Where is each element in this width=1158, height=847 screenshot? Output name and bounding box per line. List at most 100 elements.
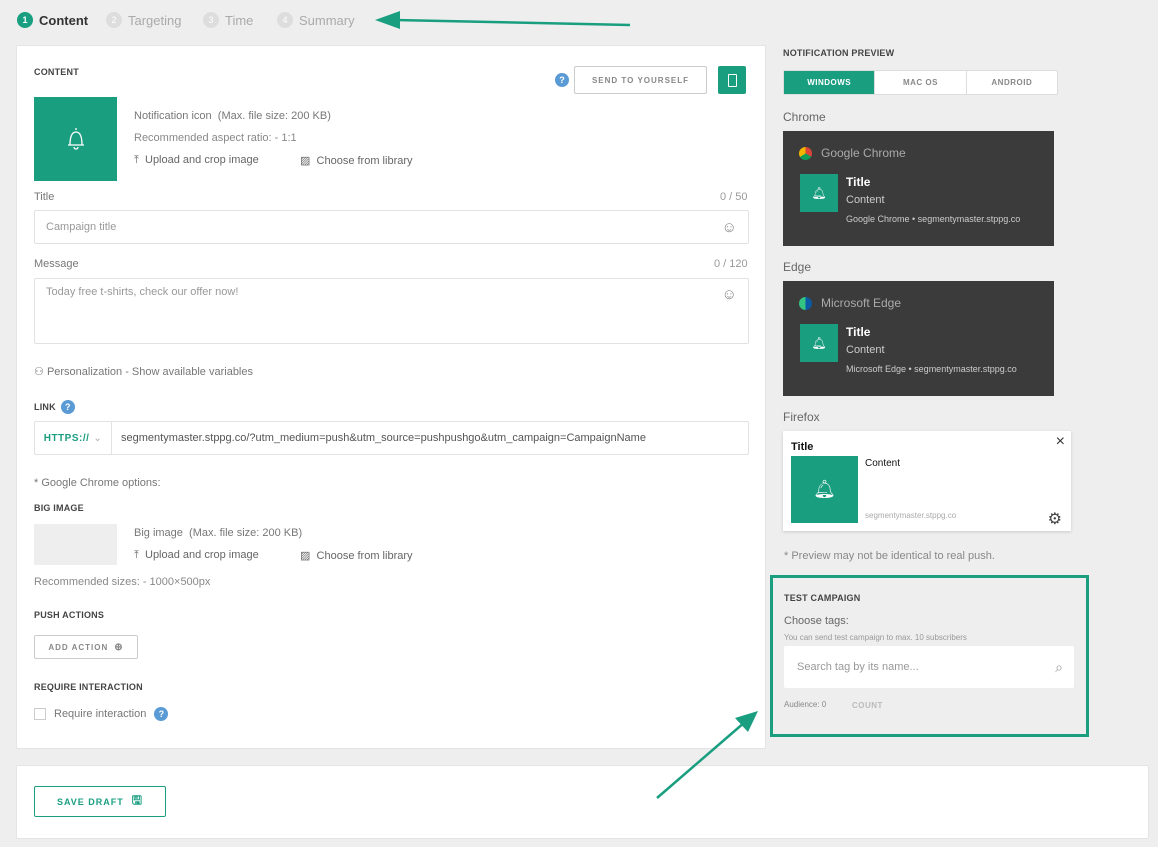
preview-content: Content [846, 344, 885, 356]
require-interaction-label: Require interaction [54, 708, 147, 720]
step-content[interactable]: 1 Content [17, 12, 88, 28]
save-draft-label: SAVE DRAFT [56, 796, 124, 807]
notification-icon: 🔔︎ [791, 456, 858, 523]
floppy-icon: 🖫 [131, 793, 144, 807]
message-label: Message [34, 258, 79, 270]
close-icon[interactable]: × [1056, 433, 1065, 451]
tag-search-placeholder: Search tag by its name... [797, 661, 919, 673]
help-icon[interactable]: ? [60, 400, 75, 414]
upload-icon: ⤒ [134, 549, 139, 561]
preview-content: Content [865, 458, 901, 469]
tag-search-input[interactable]: Search tag by its name... ⌕ [784, 646, 1074, 688]
app-name: Google Chrome [821, 146, 906, 160]
recommended-sizes: Recommended sizes: - 1000×500px [34, 576, 211, 588]
firefox-label: Firefox [783, 410, 820, 424]
preview-source: Google Chrome • segmentymaster.stppg.co [846, 214, 1021, 224]
notification-icon-image[interactable] [34, 97, 117, 181]
emoji-icon[interactable]: ☺ [722, 219, 737, 236]
icon-max-size: (Max. file size: 200 KB) [217, 110, 331, 122]
step-time[interactable]: 3 Time [203, 12, 253, 28]
link-input-group: HTTPS://⌄ segmentymaster.stppg.co/?utm_m… [34, 421, 749, 455]
help-icon[interactable]: ? [154, 707, 169, 721]
step-label: Summary [299, 12, 355, 28]
chrome-options-label: * Google Chrome options: [34, 477, 161, 489]
title-counter: 0 / 50 [720, 191, 748, 203]
preview-heading: NOTIFICATION PREVIEW [783, 48, 895, 58]
message-textarea[interactable]: Today free t-shirts, check our offer now… [34, 278, 749, 344]
require-interaction-checkbox[interactable] [34, 708, 46, 720]
tab-windows[interactable]: WINDOWS [784, 71, 876, 94]
upload-label: Upload and crop image [145, 154, 259, 166]
preview-note: * Preview may not be identical to real p… [784, 550, 995, 562]
help-icon[interactable]: ? [555, 73, 569, 87]
tab-mac-os[interactable]: MAC OS [875, 71, 967, 94]
app-name: Microsoft Edge [821, 296, 902, 310]
upload-icon: ⤒ [134, 154, 139, 166]
arrow-to-steps [394, 18, 631, 27]
bell-icon [67, 128, 84, 150]
title-input[interactable]: Campaign title ☺ [34, 210, 749, 244]
chrome-logo-icon [799, 147, 812, 160]
notification-icon: 🔔︎ [800, 324, 838, 362]
big-choose-library-link[interactable]: ▨ Choose from library [300, 549, 413, 562]
protocol-select[interactable]: HTTPS://⌄ [35, 422, 112, 454]
step-label: Targeting [128, 12, 182, 28]
aspect-ratio: Recommended aspect ratio: - 1:1 [134, 132, 297, 144]
library-label: Choose from library [316, 550, 413, 562]
user-icon: ⚇ [34, 366, 44, 378]
step-label: Content [39, 12, 89, 28]
big-image-placeholder[interactable] [34, 524, 117, 565]
step-number: 3 [203, 12, 219, 28]
step-summary[interactable]: 4 Summary [277, 12, 355, 28]
protocol-value: HTTPS:// [43, 432, 90, 444]
link-url-input[interactable]: segmentymaster.stppg.co/?utm_medium=push… [112, 432, 646, 444]
gear-icon[interactable]: ⚙ [1048, 509, 1062, 529]
save-draft-button[interactable]: SAVE DRAFT 🖫 [34, 786, 166, 817]
preview-source: segmentymaster.stppg.co [865, 511, 957, 520]
step-number: 1 [17, 12, 33, 28]
choose-tags-label: Choose tags: [784, 615, 849, 627]
count-button[interactable]: COUNT [852, 701, 883, 710]
preview-title: Title [846, 175, 871, 189]
firefox-preview: Title × 🔔︎ Content segmentymaster.stppg.… [783, 431, 1071, 531]
phone-icon [727, 73, 737, 87]
title-placeholder: Campaign title [46, 221, 117, 233]
footer-bar [16, 765, 1149, 839]
tab-android[interactable]: ANDROID [967, 71, 1057, 94]
big-upload-crop-link[interactable]: ⤒ Upload and crop image [134, 549, 259, 562]
chrome-label: Chrome [783, 110, 826, 124]
notification-icon: 🔔︎ [800, 174, 838, 212]
arrowhead [375, 11, 400, 29]
plus-circle-icon: ⊕ [114, 641, 124, 653]
require-interaction-row: Require interaction? [34, 707, 169, 721]
personalization-link[interactable]: ⚇ Personalization - Show available varia… [34, 365, 253, 378]
edge-label: Edge [783, 260, 812, 274]
message-placeholder: Today free t-shirts, check our offer now… [46, 286, 239, 298]
personalization-label: Personalization - Show available variabl… [46, 366, 253, 378]
send-to-yourself-button[interactable]: SEND TO YOURSELF [574, 66, 707, 94]
next-label: NEXT [1058, 796, 1087, 807]
preview-title: Title [846, 325, 871, 339]
push-actions-heading: PUSH ACTIONS [34, 610, 105, 620]
add-action-label: ADD ACTION [48, 642, 109, 652]
test-campaign-heading: TEST CAMPAIGN [784, 593, 861, 603]
title-label: Title [34, 191, 55, 203]
choose-library-link[interactable]: ▨ Choose from library [300, 154, 413, 167]
big-image-max-size: (Max. file size: 200 KB) [189, 527, 303, 539]
preview-device-button[interactable] [718, 66, 746, 94]
next-button[interactable]: NEXT › [1035, 786, 1124, 817]
preview-source: Microsoft Edge • segmentymaster.stppg.co [846, 364, 1017, 374]
emoji-icon[interactable]: ☺ [722, 286, 737, 303]
upload-crop-link[interactable]: ⤒ Upload and crop image [134, 154, 259, 167]
preview-tabs: WINDOWS MAC OS ANDROID [783, 70, 1058, 95]
edge-logo-icon [799, 297, 812, 310]
chrome-preview: Google Chrome 🔔︎ Title Content Google Ch… [783, 131, 1054, 246]
add-action-button[interactable]: ADD ACTION ⊕ [34, 635, 138, 659]
icon-label: Notification icon [134, 110, 212, 122]
step-targeting[interactable]: 2 Targeting [106, 12, 181, 28]
chevron-right-icon: › [1095, 794, 1100, 809]
big-image-heading: BIG IMAGE [34, 503, 84, 513]
big-image-label: Big image [134, 527, 183, 539]
search-icon[interactable]: ⌕ [1055, 659, 1063, 676]
step-number: 2 [106, 12, 122, 28]
